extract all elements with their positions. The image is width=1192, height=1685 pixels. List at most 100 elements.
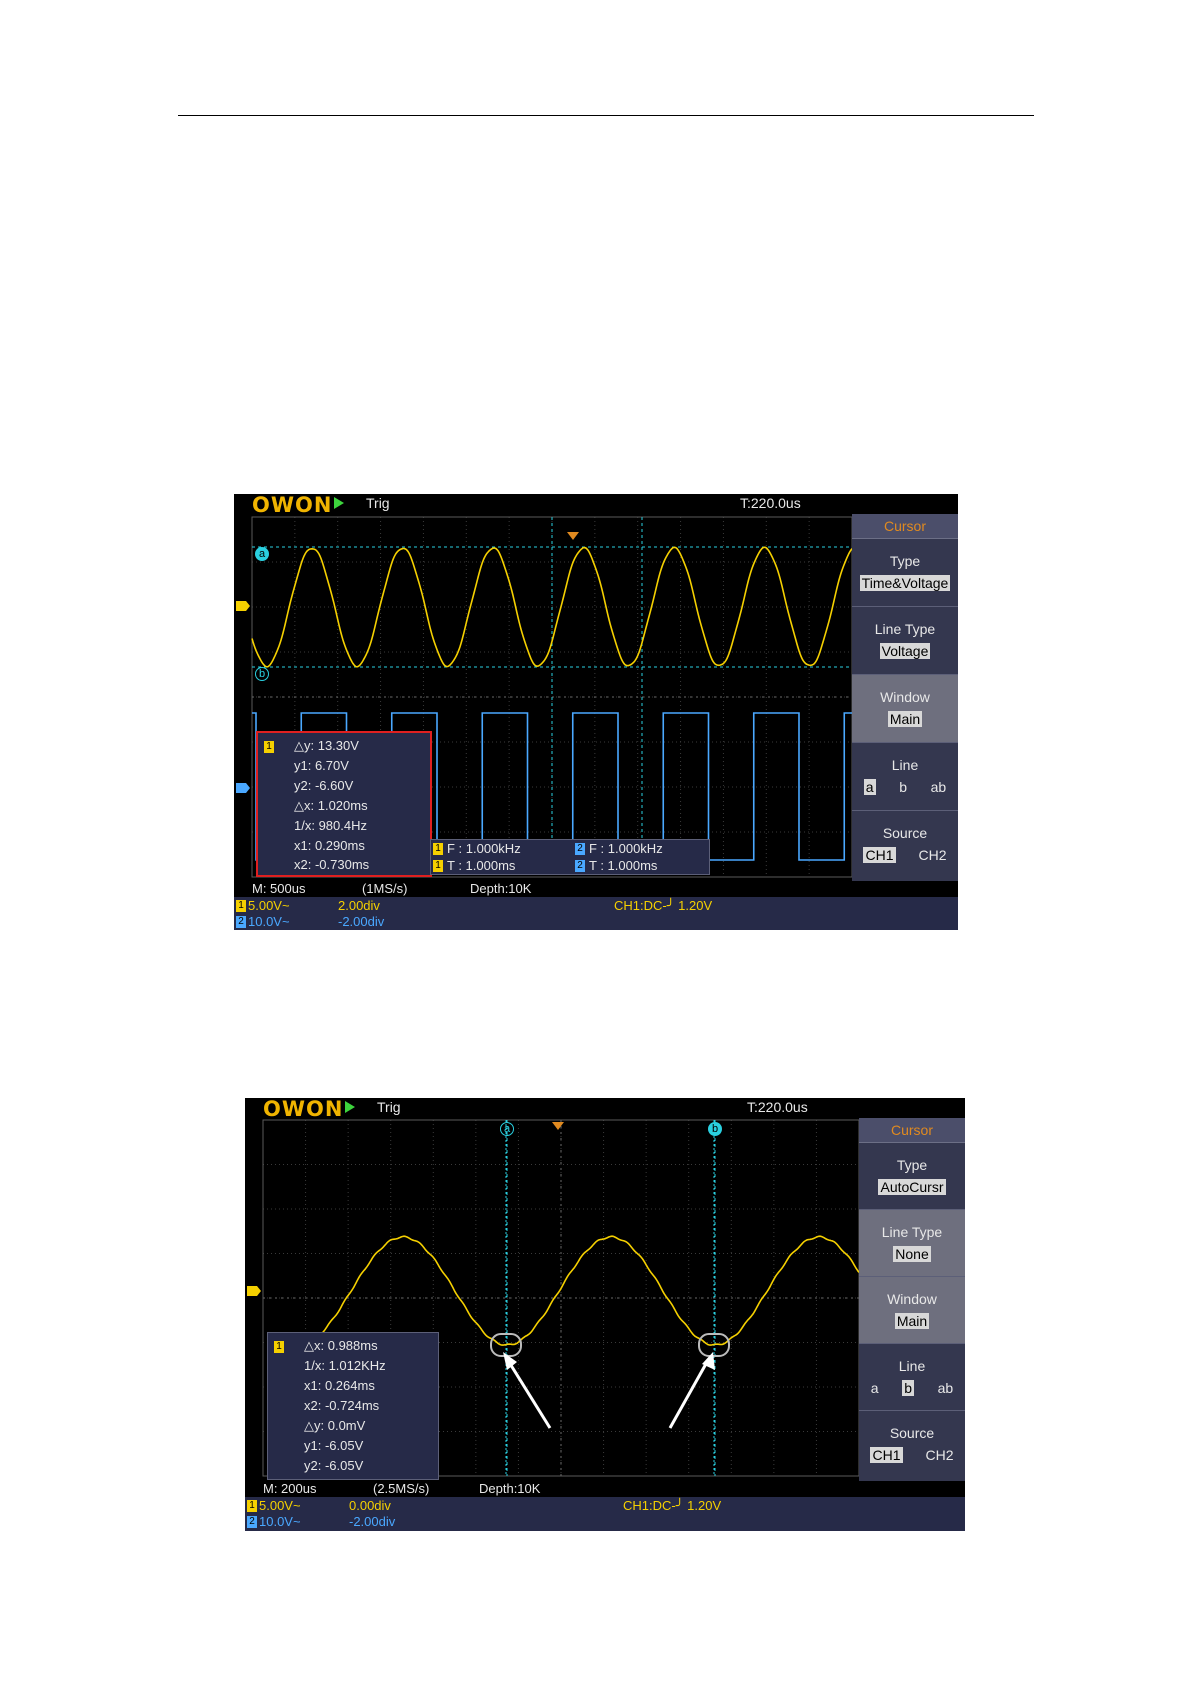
ch2-scale: 10.0V~ xyxy=(248,914,290,929)
cursor-measure-panel: 1 △x: 0.988ms 1/x: 1.012KHz x1: 0.264ms … xyxy=(267,1332,439,1480)
frequency-counter-box: 1 F : 1.000kHz 2 F : 1.000kHz 1 T : 1.00… xyxy=(430,839,710,875)
menu-item-value: None xyxy=(893,1246,931,1262)
run-state-icon xyxy=(345,1101,355,1113)
trigger-setting: CH1:DC-╯ 1.20V xyxy=(614,898,713,913)
menu-item-label: Line Type xyxy=(881,1224,943,1240)
trigger-setting: CH1:DC-╯ 1.20V xyxy=(623,1498,722,1513)
brand-logo: OWON xyxy=(263,1098,344,1121)
line-option-b[interactable]: b xyxy=(902,1380,914,1396)
menu-item-line[interactable]: Line a b ab xyxy=(859,1344,965,1411)
oscilloscope-screenshot-2: OWON Trig T:220.0us Cursor Type AutoCurs… xyxy=(245,1098,965,1531)
memory-depth: Depth:10K xyxy=(470,881,532,896)
measure-row: y1: 6.70V xyxy=(294,758,349,773)
sample-rate: (1MS/s) xyxy=(362,881,408,896)
run-state-icon xyxy=(334,497,344,509)
measure-row: y2: -6.05V xyxy=(304,1458,364,1473)
cursor-a-tag: a xyxy=(500,1122,514,1136)
ch2-offset: -2.00div xyxy=(338,914,385,929)
menu-item-type[interactable]: Type AutoCursr xyxy=(859,1143,965,1210)
brand-logo: OWON xyxy=(252,494,333,517)
line-option-ab[interactable]: ab xyxy=(938,1380,954,1396)
menu-item-value: Main xyxy=(887,711,923,727)
trigger-status: Trig xyxy=(366,495,390,511)
channel-info-bar: 1 5.00V~ 2.00div CH1:DC-╯ 1.20V 2 10.0V~… xyxy=(234,897,958,930)
channel-badge: 1 xyxy=(274,1341,284,1353)
line-option-ab[interactable]: ab xyxy=(931,779,947,795)
cursor-measure-panel: 1 △y: 13.30V y1: 6.70V y2: -6.60V △x: 1.… xyxy=(256,731,432,877)
oscilloscope-screenshot-1: OWON Trig T:220.0us Cursor Type Time&Vol… xyxy=(234,494,958,930)
menu-item-line-type[interactable]: Line Type Voltage xyxy=(852,607,958,675)
cursor-menu: Cursor Type AutoCursr Line Type None Win… xyxy=(859,1118,965,1500)
annotation-arrow xyxy=(668,1361,709,1429)
menu-item-label: Line xyxy=(891,757,919,773)
measure-row: x1: 0.290ms xyxy=(294,838,365,853)
timebase: M: 200us xyxy=(263,1481,317,1496)
menu-item-source[interactable]: Source CH1 CH2 xyxy=(859,1411,965,1477)
measure-row: △y: 13.30V xyxy=(294,738,359,753)
source-option-ch2[interactable]: CH2 xyxy=(918,847,946,863)
cursor-menu: Cursor Type Time&Voltage Line Type Volta… xyxy=(852,514,958,898)
cursor-b-tag: b xyxy=(708,1122,722,1136)
menu-item-window[interactable]: Window Main xyxy=(859,1277,965,1344)
measure-row: △x: 0.988ms xyxy=(304,1338,378,1353)
measure-row: 1/x: 980.4Hz xyxy=(294,818,367,833)
menu-item-label: Type xyxy=(896,1157,928,1173)
ch2-badge: 2 xyxy=(247,1516,257,1528)
channel-badge: 2 xyxy=(575,843,585,855)
ch2-badge: 2 xyxy=(236,916,246,928)
line-option-b[interactable]: b xyxy=(899,779,907,795)
menu-item-label: Source xyxy=(882,825,928,841)
channel-badge: 2 xyxy=(575,860,585,872)
line-option-a[interactable]: a xyxy=(863,779,876,795)
menu-item-line-type[interactable]: Line Type None xyxy=(859,1210,965,1277)
ch2-scale: 10.0V~ xyxy=(259,1514,301,1529)
cursor-b-tag: b xyxy=(255,667,269,681)
channel-badge: 1 xyxy=(264,741,274,753)
channel-info-bar: 1 5.00V~ 0.00div CH1:DC-╯ 1.20V 2 10.0V~… xyxy=(245,1497,965,1531)
menu-item-source[interactable]: Source CH1 CH2 xyxy=(852,811,958,878)
measure-row: x2: -0.730ms xyxy=(294,857,370,872)
menu-item-value: Time&Voltage xyxy=(859,575,951,591)
trigger-position-marker xyxy=(567,532,579,540)
menu-item-label: Line xyxy=(898,1358,926,1374)
trigger-status: Trig xyxy=(377,1099,401,1115)
ch1-offset: 2.00div xyxy=(338,898,380,913)
ch2-level-marker xyxy=(236,783,250,793)
menu-title: Cursor xyxy=(852,514,958,539)
timebase: M: 500us xyxy=(252,881,306,896)
sample-rate: (2.5MS/s) xyxy=(373,1481,430,1496)
time-offset: T:220.0us xyxy=(740,495,801,511)
page-header-rule xyxy=(178,115,1034,116)
ch1-badge: 1 xyxy=(247,1500,257,1512)
cursor-a-tag: a xyxy=(255,547,269,561)
annotation-arrow xyxy=(507,1361,552,1429)
menu-item-type[interactable]: Type Time&Voltage xyxy=(852,539,958,607)
menu-item-window[interactable]: Window Main xyxy=(852,675,958,743)
time-offset: T:220.0us xyxy=(747,1099,808,1115)
line-option-a[interactable]: a xyxy=(871,1380,879,1396)
ch1-period: T : 1.000ms xyxy=(447,858,516,873)
channel-badge: 1 xyxy=(433,860,443,872)
menu-item-label: Type xyxy=(889,553,921,569)
source-option-ch2[interactable]: CH2 xyxy=(925,1447,953,1463)
ch2-period: T : 1.000ms xyxy=(589,858,658,873)
menu-item-label: Source xyxy=(889,1425,935,1441)
menu-item-value: AutoCursr xyxy=(878,1179,946,1195)
measure-row: △x: 1.020ms xyxy=(294,798,368,813)
ch2-offset: -2.00div xyxy=(349,1514,396,1529)
trigger-position-marker xyxy=(552,1122,564,1130)
top-status-bar: OWON Trig T:220.0us xyxy=(245,1098,965,1121)
measure-row: y2: -6.60V xyxy=(294,778,354,793)
menu-item-value: Voltage xyxy=(879,643,931,659)
ch1-scale: 5.00V~ xyxy=(259,1498,301,1513)
ch1-offset: 0.00div xyxy=(349,1498,391,1513)
source-option-ch1[interactable]: CH1 xyxy=(870,1447,903,1463)
ch2-frequency: F : 1.000kHz xyxy=(589,841,663,856)
menu-item-line[interactable]: Line a b ab xyxy=(852,743,958,811)
source-option-ch1[interactable]: CH1 xyxy=(863,847,896,863)
ch1-level-marker xyxy=(247,1286,261,1296)
channel-badge: 1 xyxy=(433,843,443,855)
measure-row: 1/x: 1.012KHz xyxy=(304,1358,386,1373)
menu-item-value: Main xyxy=(894,1313,930,1329)
acquisition-status-bar: M: 200us (2.5MS/s) Depth:10K xyxy=(245,1481,965,1497)
